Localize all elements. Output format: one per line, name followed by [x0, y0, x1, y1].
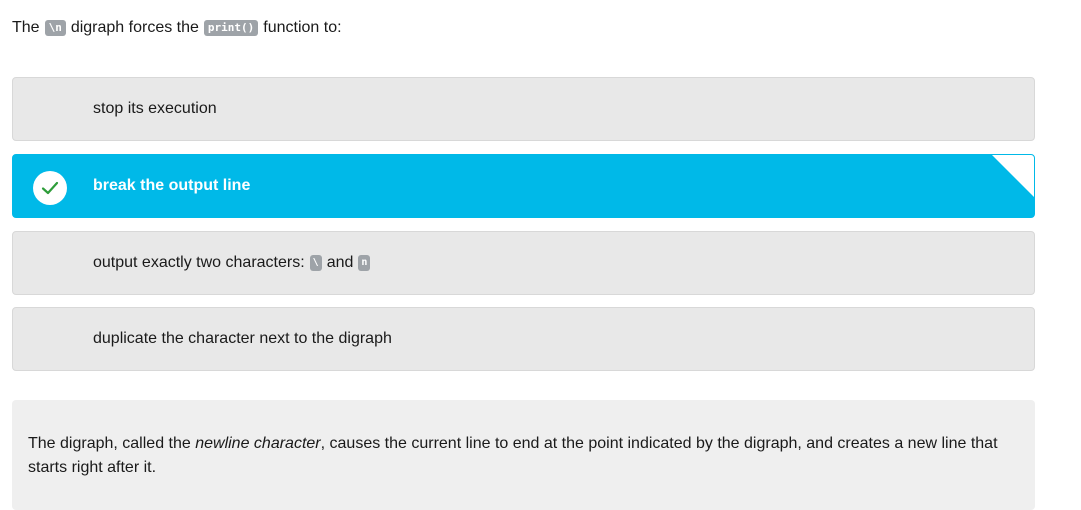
code-newline: \n [44, 20, 66, 36]
option-label: output exactly two characters: [93, 254, 305, 271]
selected-corner-marker [992, 155, 1034, 197]
answer-option-3[interactable]: output exactly two characters: \ and n [12, 231, 1035, 295]
answer-option-1[interactable]: stop its execution [12, 77, 1035, 141]
code-backslash: \ [309, 255, 322, 271]
question-middle: digraph forces the [70, 19, 199, 36]
option-label: duplicate the character next to the digr… [93, 330, 392, 347]
code-n: n [358, 255, 371, 271]
question-suffix: function to: [263, 19, 342, 36]
question-text: The \n digraph forces the print() functi… [12, 17, 342, 39]
option-label: break the output line [93, 177, 251, 194]
explanation-text-1: The digraph, called the [28, 435, 196, 452]
checkmark-icon [33, 171, 67, 205]
question-prefix: The [12, 19, 40, 36]
answer-option-4[interactable]: duplicate the character next to the digr… [12, 307, 1035, 371]
option-and: and [326, 254, 354, 271]
explanation-emphasis: newline character [195, 435, 321, 452]
code-print: print() [203, 20, 259, 36]
explanation-panel: The digraph, called the newline characte… [12, 400, 1035, 510]
option-label: stop its execution [93, 100, 217, 117]
answer-option-2-correct[interactable]: break the output line [12, 154, 1035, 218]
